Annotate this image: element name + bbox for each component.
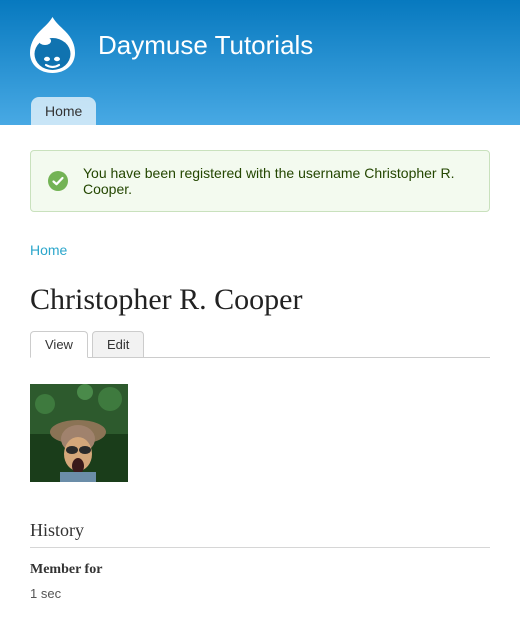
drupal-logo-icon (25, 15, 80, 75)
history-heading: History (30, 520, 490, 548)
status-message-text: You have been registered with the userna… (83, 165, 473, 197)
primary-nav: Home (25, 97, 520, 125)
tab-view[interactable]: View (30, 331, 88, 358)
member-for-value: 1 sec (30, 586, 490, 601)
local-tabs: View Edit (30, 331, 490, 358)
breadcrumb: Home (30, 242, 490, 258)
header-top: Daymuse Tutorials (25, 15, 520, 97)
main-content: You have been registered with the userna… (0, 125, 520, 626)
member-for-label: Member for (30, 562, 490, 578)
success-check-icon (47, 170, 69, 192)
status-message: You have been registered with the userna… (30, 150, 490, 212)
nav-home[interactable]: Home (31, 97, 96, 125)
breadcrumb-home-link[interactable]: Home (30, 242, 67, 258)
tab-edit[interactable]: Edit (92, 331, 144, 358)
site-header: Daymuse Tutorials Home (0, 0, 520, 125)
page-title: Christopher R. Cooper (30, 283, 490, 317)
user-avatar (30, 384, 128, 482)
site-name: Daymuse Tutorials (98, 30, 313, 61)
